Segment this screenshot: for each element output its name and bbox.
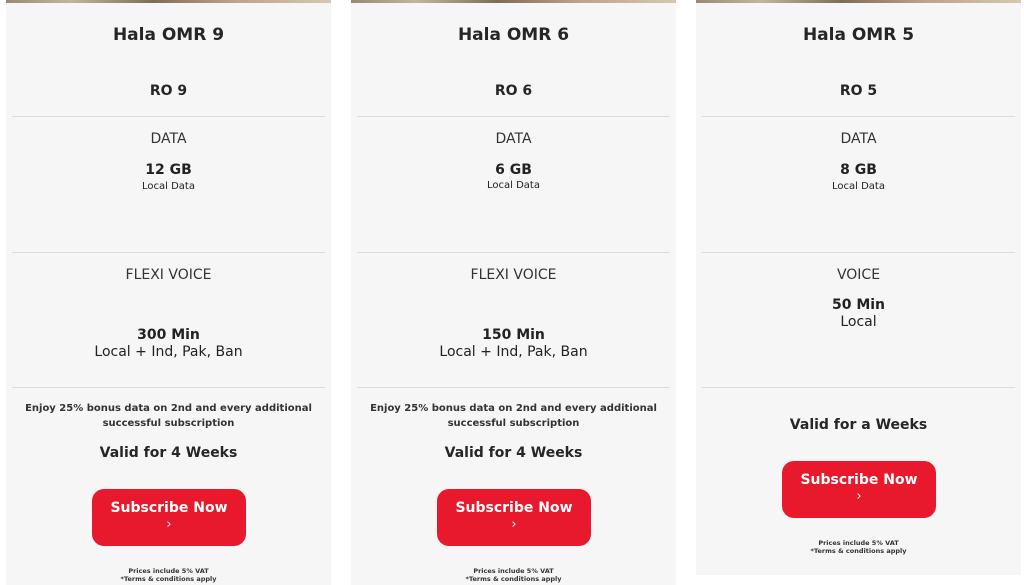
subscribe-now-label: Subscribe Now [455,500,573,516]
validity: Valid for a Weeks [789,417,928,433]
terms-link[interactable]: *Terms & conditions apply [6,575,331,583]
plans-row: Hala OMR 9 RO 9 DATA 12 GB Local Data FL… [0,0,1024,585]
vat-note: Prices include 5% VAT [128,567,209,575]
divider [357,116,670,117]
data-scope: Local Data [142,181,195,192]
subscribe-now-label: Subscribe Now [110,500,228,516]
terms-link[interactable]: *Terms & conditions apply [696,547,1021,555]
data-amount: 6 GB [495,162,532,178]
bonus-note: Enjoy 25% bonus data on 2nd and every ad… [370,403,657,429]
divider [357,252,670,253]
voice-amount: 300 Min [137,327,200,343]
data-heading: DATA [495,131,532,147]
divider [702,387,1015,388]
voice-heading: FLEXI VOICE [125,267,212,283]
subscribe-now-button[interactable]: Subscribe Now › [92,489,246,546]
divider [12,116,325,117]
plan-card-hala-omr-5: Hala OMR 5 RO 5 DATA 8 GB Local Data VOI… [696,0,1021,575]
data-amount: 8 GB [840,162,877,178]
plan-price: RO 9 [149,83,188,99]
voice-amount: 50 Min [831,297,886,313]
divider [12,252,325,253]
divider [12,387,325,388]
plan-title: Hala OMR 5 [802,25,915,45]
voice-heading: FLEXI VOICE [470,267,557,283]
data-heading: DATA [150,131,187,147]
subscribe-now-button[interactable]: Subscribe Now › [437,489,591,546]
terms-link[interactable]: *Terms & conditions apply [351,575,676,583]
plan-title: Hala OMR 9 [112,25,225,45]
data-scope: Local Data [832,181,885,192]
bonus-note: Enjoy 25% bonus data on 2nd and every ad… [25,403,312,429]
chevron-right-icon: › [511,517,517,532]
card-banner-image-strip [696,0,1021,3]
chevron-right-icon: › [166,517,172,532]
voice-scope: Local + Ind, Pak, Ban [94,344,243,360]
plan-card-hala-omr-6: Hala OMR 6 RO 6 DATA 6 GB Local Data FLE… [351,0,676,585]
divider [702,116,1015,117]
voice-heading: VOICE [836,267,881,283]
voice-amount: 150 Min [482,327,545,343]
card-banner-image-strip [351,0,676,3]
validity: Valid for 4 Weeks [444,445,583,461]
data-heading: DATA [840,131,877,147]
data-amount: 12 GB [145,162,192,178]
vat-note: Prices include 5% VAT [473,567,554,575]
plan-card-hala-omr-9: Hala OMR 9 RO 9 DATA 12 GB Local Data FL… [6,0,331,585]
subscribe-now-button[interactable]: Subscribe Now › [782,461,936,518]
validity: Valid for 4 Weeks [99,445,238,461]
divider [702,252,1015,253]
plan-price: RO 6 [494,83,533,99]
data-scope: Local Data [487,180,540,191]
voice-scope: Local + Ind, Pak, Ban [439,344,588,360]
divider [357,387,670,388]
voice-scope: Local [840,314,877,330]
card-banner-image-strip [6,0,331,3]
vat-note: Prices include 5% VAT [818,539,899,547]
plan-title: Hala OMR 6 [457,25,570,45]
chevron-right-icon: › [856,489,862,504]
plan-price: RO 5 [839,83,878,99]
subscribe-now-label: Subscribe Now [800,472,918,488]
